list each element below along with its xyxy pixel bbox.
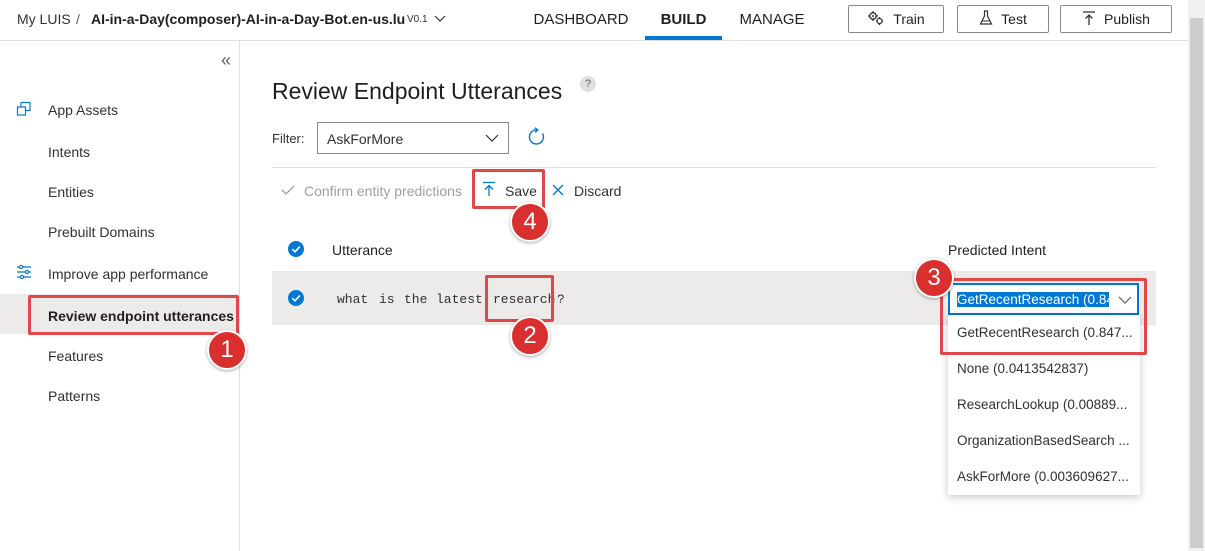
callout-highlight-research (485, 275, 554, 322)
select-all-checkbox[interactable] (288, 241, 304, 260)
column-header-utterance[interactable]: Utterance (332, 242, 393, 258)
my-luis-link[interactable]: My LUIS (17, 11, 71, 27)
train-label: Train (893, 11, 925, 27)
tab-dashboard[interactable]: DASHBOARD (524, 0, 638, 40)
column-header-predicted-intent[interactable]: Predicted Intent (948, 242, 1046, 258)
close-icon (552, 183, 564, 199)
callout-badge-2: 2 (510, 316, 550, 356)
version-label: V0.1 (407, 14, 428, 25)
test-button[interactable]: Test (957, 5, 1049, 33)
callout-badge-3: 3 (914, 258, 954, 298)
tab-build[interactable]: BUILD (645, 0, 722, 40)
flask-icon (979, 9, 993, 29)
filter-dropdown[interactable]: AskForMore (317, 122, 509, 154)
callout-badge-4: 4 (510, 202, 550, 242)
tab-manage[interactable]: MANAGE (729, 0, 815, 40)
sliders-icon (16, 264, 32, 282)
breadcrumb-separator: / (76, 11, 80, 27)
dropdown-option[interactable]: AskForMore (0.003609627... (948, 459, 1140, 495)
refresh-icon[interactable] (527, 127, 547, 150)
gears-icon (867, 10, 885, 29)
train-button[interactable]: Train (848, 5, 944, 33)
filter-label: Filter: (272, 131, 305, 146)
sidebar-item-entities[interactable]: Entities (48, 184, 94, 200)
app-assets-icon (16, 101, 32, 120)
row-checkbox[interactable] (288, 290, 304, 309)
help-icon[interactable]: ? (580, 76, 596, 92)
sidebar-item-intents[interactable]: Intents (48, 144, 90, 160)
utterance-token[interactable]: latest (436, 292, 483, 307)
utterance-token[interactable]: ? (557, 292, 565, 307)
dropdown-option[interactable]: ResearchLookup (0.00889... (948, 387, 1140, 423)
collapse-sidebar-icon[interactable]: « (221, 50, 231, 71)
utterance-token[interactable]: what (337, 292, 368, 307)
filter-dropdown-value: AskForMore (327, 131, 404, 147)
version-chevron-down-icon[interactable] (434, 11, 446, 27)
utterance-token[interactable]: is (379, 292, 395, 307)
app-name[interactable]: AI-in-a-Day(composer)-AI-in-a-Day-Bot.en… (91, 11, 405, 27)
page-title: Review Endpoint Utterances (272, 78, 563, 104)
sidebar-item-prebuilt-domains[interactable]: Prebuilt Domains (48, 224, 155, 240)
sidebar-item-patterns[interactable]: Patterns (48, 388, 100, 404)
publish-icon (1082, 10, 1096, 29)
publish-label: Publish (1104, 11, 1150, 27)
sidebar-item-features[interactable]: Features (48, 348, 103, 364)
top-bar: My LUIS / AI-in-a-Day(composer)-AI-in-a-… (0, 0, 1188, 41)
sidebar-section-app-assets[interactable]: App Assets (48, 102, 118, 118)
confirm-entity-predictions-button[interactable]: Confirm entity predictions (304, 183, 462, 199)
utterance-token[interactable]: the (404, 292, 427, 307)
callout-highlight-sidebar (28, 295, 239, 335)
checkmark-icon (281, 183, 295, 199)
publish-button[interactable]: Publish (1060, 5, 1172, 33)
divider (272, 167, 1156, 168)
dropdown-option[interactable]: OrganizationBasedSearch ... (948, 423, 1140, 459)
discard-button[interactable]: Discard (574, 183, 621, 199)
sidebar-section-improve-app-performance[interactable]: Improve app performance (48, 266, 208, 282)
test-label: Test (1001, 11, 1027, 27)
chevron-down-icon (485, 131, 499, 147)
callout-badge-1: 1 (207, 330, 247, 370)
dropdown-option[interactable]: None (0.0413542837) (948, 351, 1140, 387)
callout-highlight-intent (940, 278, 1147, 355)
scrollbar-thumb[interactable] (1190, 18, 1203, 548)
